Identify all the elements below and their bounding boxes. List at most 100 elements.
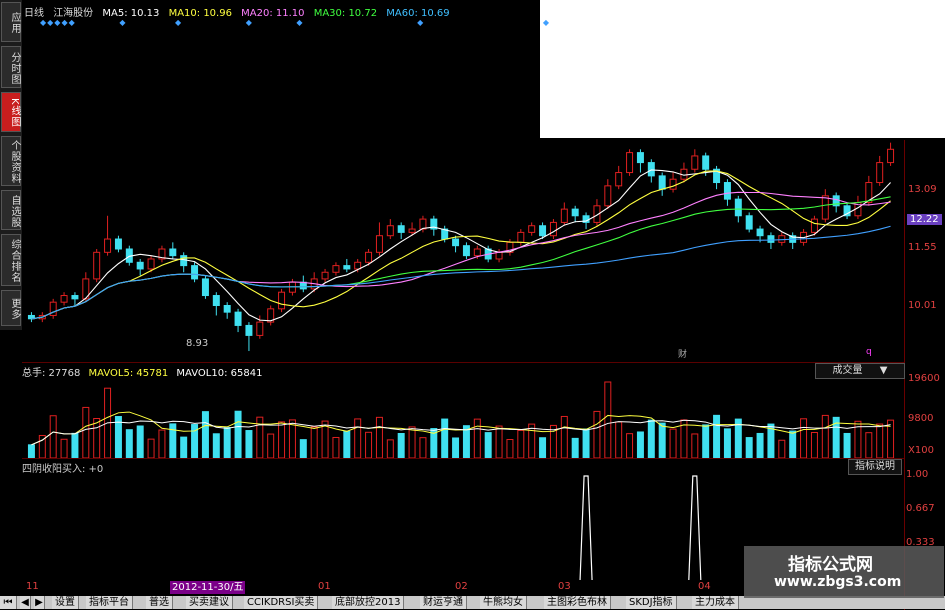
candle-body: [528, 225, 536, 233]
candle-body: [147, 258, 155, 270]
tab-screener[interactable]: 普选: [146, 596, 173, 609]
diamond-icon[interactable]: ◆: [175, 18, 182, 27]
candle-body: [734, 198, 742, 217]
tab-settings[interactable]: 设置: [52, 596, 79, 609]
tab-indicator-platform[interactable]: 指标平台: [86, 596, 133, 609]
volume-bar: [288, 419, 296, 458]
tab-main-cost[interactable]: 主力成本: [692, 596, 739, 609]
candle-body: [756, 228, 764, 237]
price-tick: 13.09: [908, 184, 937, 195]
volume-bar: [636, 431, 644, 458]
indicator-help-button[interactable]: 指标说明: [848, 459, 902, 475]
tab-more[interactable]: 更多: [1, 290, 21, 326]
volume-bar: [201, 411, 209, 458]
volume-bar: [745, 437, 753, 458]
volume-bar: [789, 430, 797, 458]
volume-bar: [136, 425, 144, 458]
candle-body: [191, 265, 199, 280]
candle-body: [549, 221, 557, 237]
candle-body: [169, 248, 177, 257]
volume-bar: [658, 422, 666, 458]
volume-bar: [234, 410, 242, 458]
volume-bar: [158, 429, 166, 458]
volume-bar: [647, 419, 655, 458]
volume-bar: [473, 418, 481, 458]
q-icon: q: [866, 347, 872, 357]
candle-body: [636, 152, 644, 164]
volume-tick: 9800: [908, 413, 934, 424]
date-tick: 03: [558, 581, 571, 592]
tab-trade-advice[interactable]: 买卖建议: [186, 596, 233, 609]
diamond-icon[interactable]: ◆: [543, 18, 550, 27]
tab-intraday[interactable]: 分时图: [1, 46, 21, 88]
volume-tick: X100: [908, 445, 934, 456]
volume-bar: [49, 415, 57, 458]
candle-body: [702, 155, 710, 170]
kline-chart[interactable]: [22, 130, 904, 362]
tab-ranking[interactable]: 综合排名: [1, 234, 21, 286]
candle-body: [669, 178, 677, 190]
candle-body: [321, 271, 329, 280]
volume-bar: [593, 410, 601, 458]
volume-bar: [332, 436, 340, 458]
date-tick: 01: [318, 581, 331, 592]
diamond-icon[interactable]: ◆◆◆◆◆: [40, 18, 76, 27]
volume-bar: [245, 430, 253, 458]
candle-body: [223, 305, 231, 313]
tab-kline[interactable]: K线图: [1, 92, 21, 132]
candle-body: [810, 218, 818, 233]
candle-body: [495, 251, 503, 260]
candle-body: [419, 218, 427, 230]
volume-bar: [560, 415, 568, 458]
candle-body: [876, 162, 884, 184]
volume-bar: [865, 432, 873, 458]
candle-body: [887, 148, 895, 164]
tab-apps[interactable]: 应用: [1, 2, 21, 42]
candle-body: [136, 261, 144, 270]
sidebar: 应用 分时图 K线图 个股资料 自选股 综合排名 更多: [0, 0, 22, 330]
nav-prev-icon[interactable]: ◀: [20, 596, 31, 609]
volume-bar: [669, 428, 677, 458]
watermark-title: 指标公式网: [788, 555, 873, 575]
tab-watchlist[interactable]: 自选股: [1, 190, 21, 230]
candle-body: [93, 251, 101, 280]
volume-bar: [843, 432, 851, 458]
volume-chart[interactable]: [22, 378, 904, 458]
tab-boll-color[interactable]: 主图彩色布林: [544, 596, 611, 609]
volume-bar: [299, 439, 307, 458]
volume-dropdown[interactable]: 成交量 ▼: [815, 363, 905, 379]
volume-bar: [821, 414, 829, 458]
diamond-icon[interactable]: ◆: [296, 18, 303, 27]
candle-body: [408, 228, 416, 233]
tab-fortune[interactable]: 财运亨通: [420, 596, 467, 609]
tab-bull-bear[interactable]: 牛熊均女: [480, 596, 527, 609]
volume-bar: [713, 414, 721, 458]
volume-dropdown-label: 成交量: [832, 365, 863, 376]
diamond-icon[interactable]: ◆: [119, 18, 126, 27]
tab-bottom-2013[interactable]: 底部放控2013: [332, 596, 405, 609]
diamond-icon[interactable]: ◆: [417, 18, 424, 27]
tab-stock-info[interactable]: 个股资料: [1, 136, 21, 186]
volume-bar: [810, 431, 818, 458]
nav-next-icon[interactable]: ▶: [34, 596, 45, 609]
volume-bar: [310, 426, 318, 458]
candle-body: [691, 155, 699, 170]
candle-body: [571, 208, 579, 217]
ma-info-bar: 日线 江海股份 MA5: 10.13 MA10: 10.96 MA20: 11.…: [24, 4, 456, 19]
volume-bar: [71, 432, 79, 458]
volume-bar: [528, 423, 536, 458]
volume-header: 总手: 27768 MAVOL5: 45781 MAVOL10: 65841: [22, 364, 267, 379]
candle-body: [60, 295, 68, 303]
indicator-signal: [579, 475, 593, 580]
candle-body: [647, 162, 655, 177]
watermark-url: www.zbgs3.com: [774, 574, 902, 590]
candle-body: [604, 185, 612, 207]
nav-start-icon[interactable]: ⏮: [0, 596, 17, 609]
diamond-icon[interactable]: ◆: [246, 18, 253, 27]
candle-body: [256, 321, 264, 336]
candle-body: [104, 238, 112, 253]
price-tick: 10.01: [908, 300, 937, 311]
tab-ccikdrsi[interactable]: CCIKDRSI买卖: [244, 596, 319, 609]
tab-skdj[interactable]: SKDJ指标: [626, 596, 677, 609]
volume-bar: [626, 433, 634, 458]
